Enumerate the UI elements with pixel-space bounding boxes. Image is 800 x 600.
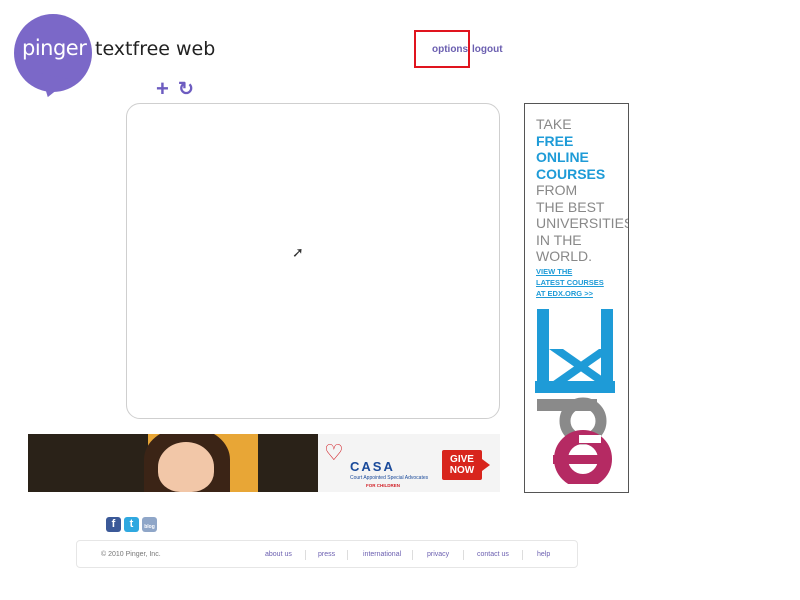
ad-headline: TAKE FREE ONLINE COURSES FROM THE BEST U…: [536, 116, 629, 265]
give-now-arrow-icon: [482, 459, 490, 471]
ad-line: COURSES: [536, 165, 606, 182]
mouse-cursor-icon: ➚: [292, 244, 304, 260]
plus-icon[interactable]: +: [156, 76, 169, 102]
footer-divider: [463, 550, 464, 560]
facebook-icon[interactable]: f: [106, 517, 121, 532]
message-panel[interactable]: ➚: [126, 103, 500, 419]
logo-bubble-tail: [36, 73, 70, 101]
logout-link[interactable]: logout: [472, 44, 503, 55]
casa-heart-icon: ♡: [324, 440, 344, 465]
footer-link-press[interactable]: press: [318, 551, 335, 558]
give-now-line: GIVE: [450, 454, 474, 465]
ad-line: ONLINE: [536, 149, 589, 165]
photo-shadow: [258, 434, 318, 492]
footer-divider: [347, 550, 348, 560]
footer-link-about-us[interactable]: about us: [265, 551, 292, 558]
ad-cta-line: AT EDX.ORG >>: [536, 289, 593, 298]
edx-side-ad[interactable]: TAKE FREE ONLINE COURSES FROM THE BEST U…: [524, 103, 629, 493]
ad-line: THE BEST: [536, 198, 605, 215]
banner-photo: [28, 434, 318, 492]
footer: © 2010 Pinger, Inc. about us press inter…: [76, 540, 578, 568]
refresh-icon[interactable]: ↻: [178, 78, 194, 101]
photo-shadow: [28, 434, 148, 492]
logo-text: pinger: [22, 36, 87, 60]
casa-banner-ad[interactable]: ♡ CASA Court Appointed Special Advocates…: [28, 434, 500, 492]
ad-line: TAKE: [536, 116, 572, 132]
casa-panel: ♡ CASA Court Appointed Special Advocates…: [318, 434, 500, 492]
ad-cta-link[interactable]: VIEW THE LATEST COURSES AT EDX.ORG >>: [536, 266, 604, 299]
give-now-button[interactable]: GIVE NOW: [442, 450, 482, 480]
app-title: textfree web: [95, 38, 216, 60]
casa-subtitle: Court Appointed Special Advocates: [350, 475, 429, 481]
ad-line: FREE: [536, 132, 574, 149]
copyright-text: © 2010 Pinger, Inc.: [101, 551, 161, 558]
edx-logo: [535, 309, 615, 484]
footer-divider: [412, 550, 413, 560]
ad-cta-line: LATEST COURSES: [536, 278, 604, 287]
casa-subtitle-2: FOR CHILDREN: [366, 483, 400, 488]
twitter-icon[interactable]: t: [124, 517, 139, 532]
footer-divider: [522, 550, 523, 560]
photo-face: [158, 442, 214, 492]
ad-cta-line: VIEW THE: [536, 267, 573, 276]
give-now-line: NOW: [449, 465, 475, 476]
footer-link-help[interactable]: help: [537, 551, 550, 558]
ad-line: FROM: [536, 182, 578, 198]
social-links: f t blog: [106, 517, 157, 532]
options-link[interactable]: options: [416, 44, 468, 55]
footer-link-privacy[interactable]: privacy: [427, 551, 449, 558]
ad-line: UNIVERSITIES: [536, 215, 629, 231]
casa-name: CASA: [350, 459, 395, 474]
ad-line: IN THE: [536, 231, 582, 248]
footer-divider: [305, 550, 306, 560]
ad-line: WORLD.: [536, 248, 592, 264]
footer-link-international[interactable]: international: [363, 551, 401, 558]
blog-icon[interactable]: blog: [142, 517, 157, 532]
footer-link-contact-us[interactable]: contact us: [477, 551, 509, 558]
